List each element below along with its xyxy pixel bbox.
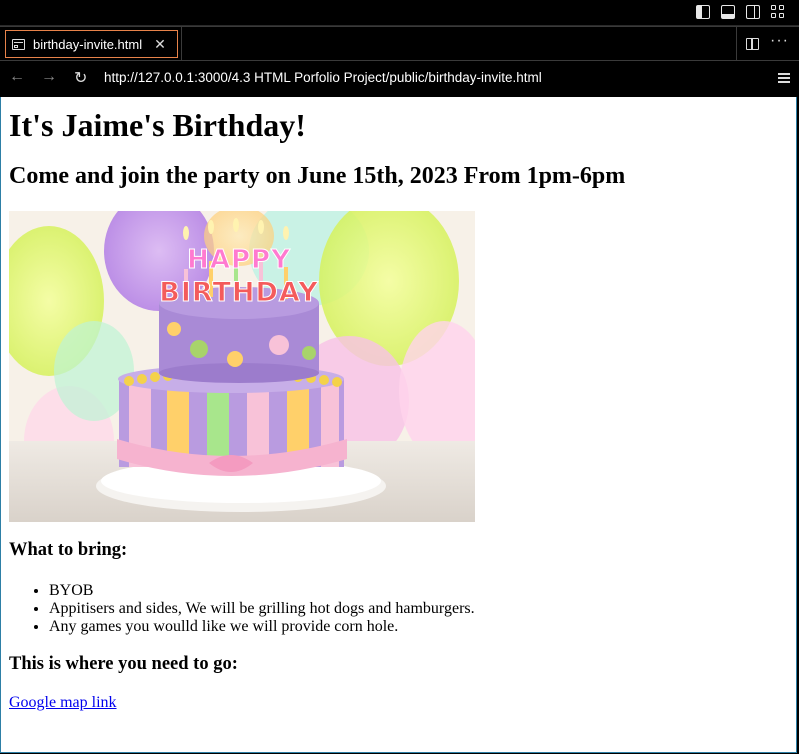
navigation-bar: ← → ↻ http://127.0.0.1:3000/4.3 HTML Por… [0,61,799,97]
tab-birthday-invite[interactable]: birthday-invite.html ✕ [5,30,178,58]
customize-layout-icon[interactable] [771,5,785,19]
close-icon[interactable]: ✕ [154,37,166,51]
list-item: Any games you woulld like we will provid… [49,618,475,636]
bring-list: BYOB Appitisers and sides, We will be gr… [9,582,475,636]
event-details: Come and join the party on June 15th, 20… [9,163,626,189]
url-field[interactable]: http://127.0.0.1:3000/4.3 HTML Porfolio … [104,70,542,85]
tab-divider [181,27,182,61]
toggle-primary-sidebar-icon[interactable] [696,5,710,19]
what-to-bring-heading: What to bring: [9,540,128,560]
reload-icon[interactable]: ↻ [74,68,87,88]
tab-divider [736,27,737,61]
split-editor-icon[interactable] [746,38,759,50]
forward-arrow-icon[interactable]: → [41,68,57,86]
tab-label: birthday-invite.html [33,36,143,52]
menu-icon[interactable] [778,73,790,85]
toggle-panel-icon[interactable] [721,5,735,19]
list-item: Appitisers and sides, We will be grillin… [49,600,475,618]
browser-preview-icon [12,38,25,50]
list-item: BYOB [49,582,475,600]
birthday-cake-image: HAPPY BIRTHDAY [9,211,475,522]
toggle-secondary-sidebar-icon[interactable] [746,5,760,19]
title-bar [0,0,799,26]
layout-controls [696,5,785,19]
back-arrow-icon[interactable]: ← [9,68,25,86]
tab-bar: birthday-invite.html ✕ ··· [0,26,799,61]
page-title: It's Jaime's Birthday! [9,107,306,143]
google-map-link[interactable]: Google map link [9,694,117,712]
location-heading: This is where you need to go: [9,654,238,674]
page-viewport: It's Jaime's Birthday! Come and join the… [0,97,797,753]
more-actions-icon[interactable]: ··· [770,32,789,50]
svg-text:HAPPY: HAPPY [187,245,291,275]
svg-text:BIRTHDAY: BIRTHDAY [159,277,319,308]
